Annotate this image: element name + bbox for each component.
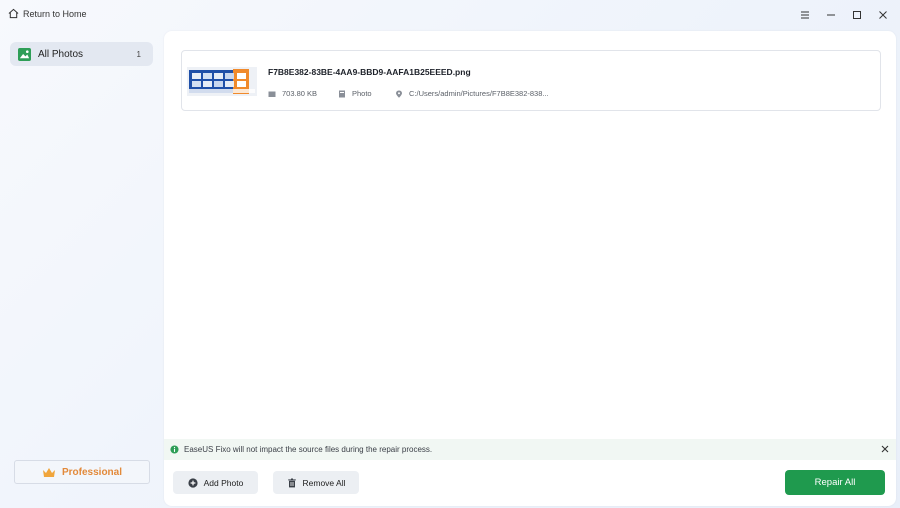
repair-all-label: Repair All: [814, 477, 856, 488]
menu-icon: [801, 11, 809, 19]
main-panel: F7B8E382-83BE-4AA9-BBD9-AAFA1B25EEED.png…: [164, 31, 896, 506]
add-photo-button[interactable]: Add Photo: [173, 471, 258, 494]
file-size-info: 703.80 KB: [268, 89, 317, 98]
file-size-icon: [268, 91, 276, 97]
crown-icon: [42, 467, 55, 477]
sidebar-item-all-photos[interactable]: All Photos 1: [10, 42, 153, 66]
return-home-label: Return to Home: [23, 8, 87, 19]
remove-all-label: Remove All: [302, 477, 346, 488]
remove-all-button[interactable]: Remove All: [273, 471, 359, 494]
minimize-button[interactable]: [822, 6, 840, 24]
file-type-icon: [339, 90, 345, 97]
trash-icon: [287, 478, 296, 487]
close-button[interactable]: [874, 6, 892, 24]
professional-label: Professional: [61, 466, 123, 478]
file-type: Photo: [352, 89, 372, 98]
sidebar-item-label: All Photos: [38, 48, 84, 60]
location-pin-icon: [396, 90, 402, 98]
repair-all-button[interactable]: Repair All: [785, 470, 885, 495]
close-notice-icon[interactable]: [880, 444, 890, 454]
professional-upgrade-button[interactable]: Professional: [14, 460, 150, 484]
add-circle-icon: [188, 477, 198, 488]
file-size: 703.80 KB: [282, 89, 318, 98]
close-icon: [879, 11, 887, 19]
add-photo-label: Add Photo: [203, 477, 244, 488]
file-thumbnail: [187, 67, 257, 96]
maximize-button[interactable]: [848, 6, 866, 24]
sidebar: All Photos 1 Professional: [0, 30, 164, 508]
title-bar: Return to Home: [0, 0, 900, 30]
info-notice-bar: EaseUS Fixo will not impact the source f…: [164, 439, 896, 460]
file-name: F7B8E382-83BE-4AA9-BBD9-AAFA1B25EEED.png: [268, 67, 471, 77]
photo-icon: [18, 47, 31, 61]
menu-button[interactable]: [796, 6, 814, 24]
return-home-button[interactable]: Return to Home: [8, 8, 87, 19]
file-card[interactable]: F7B8E382-83BE-4AA9-BBD9-AAFA1B25EEED.png…: [181, 50, 881, 111]
window-controls: [796, 6, 892, 24]
maximize-icon: [853, 11, 861, 19]
notice-text: EaseUS Fixo will not impact the source f…: [184, 445, 433, 454]
minimize-icon: [827, 14, 835, 16]
file-type-info: Photo: [338, 89, 372, 98]
info-icon: [170, 445, 179, 454]
file-path-info: C:/Users/admin/Pictures/F7B8E382-838...: [395, 89, 549, 98]
home-icon: [8, 8, 19, 19]
file-path: C:/Users/admin/Pictures/F7B8E382-838...: [409, 89, 549, 98]
sidebar-item-count: 1: [136, 49, 141, 59]
